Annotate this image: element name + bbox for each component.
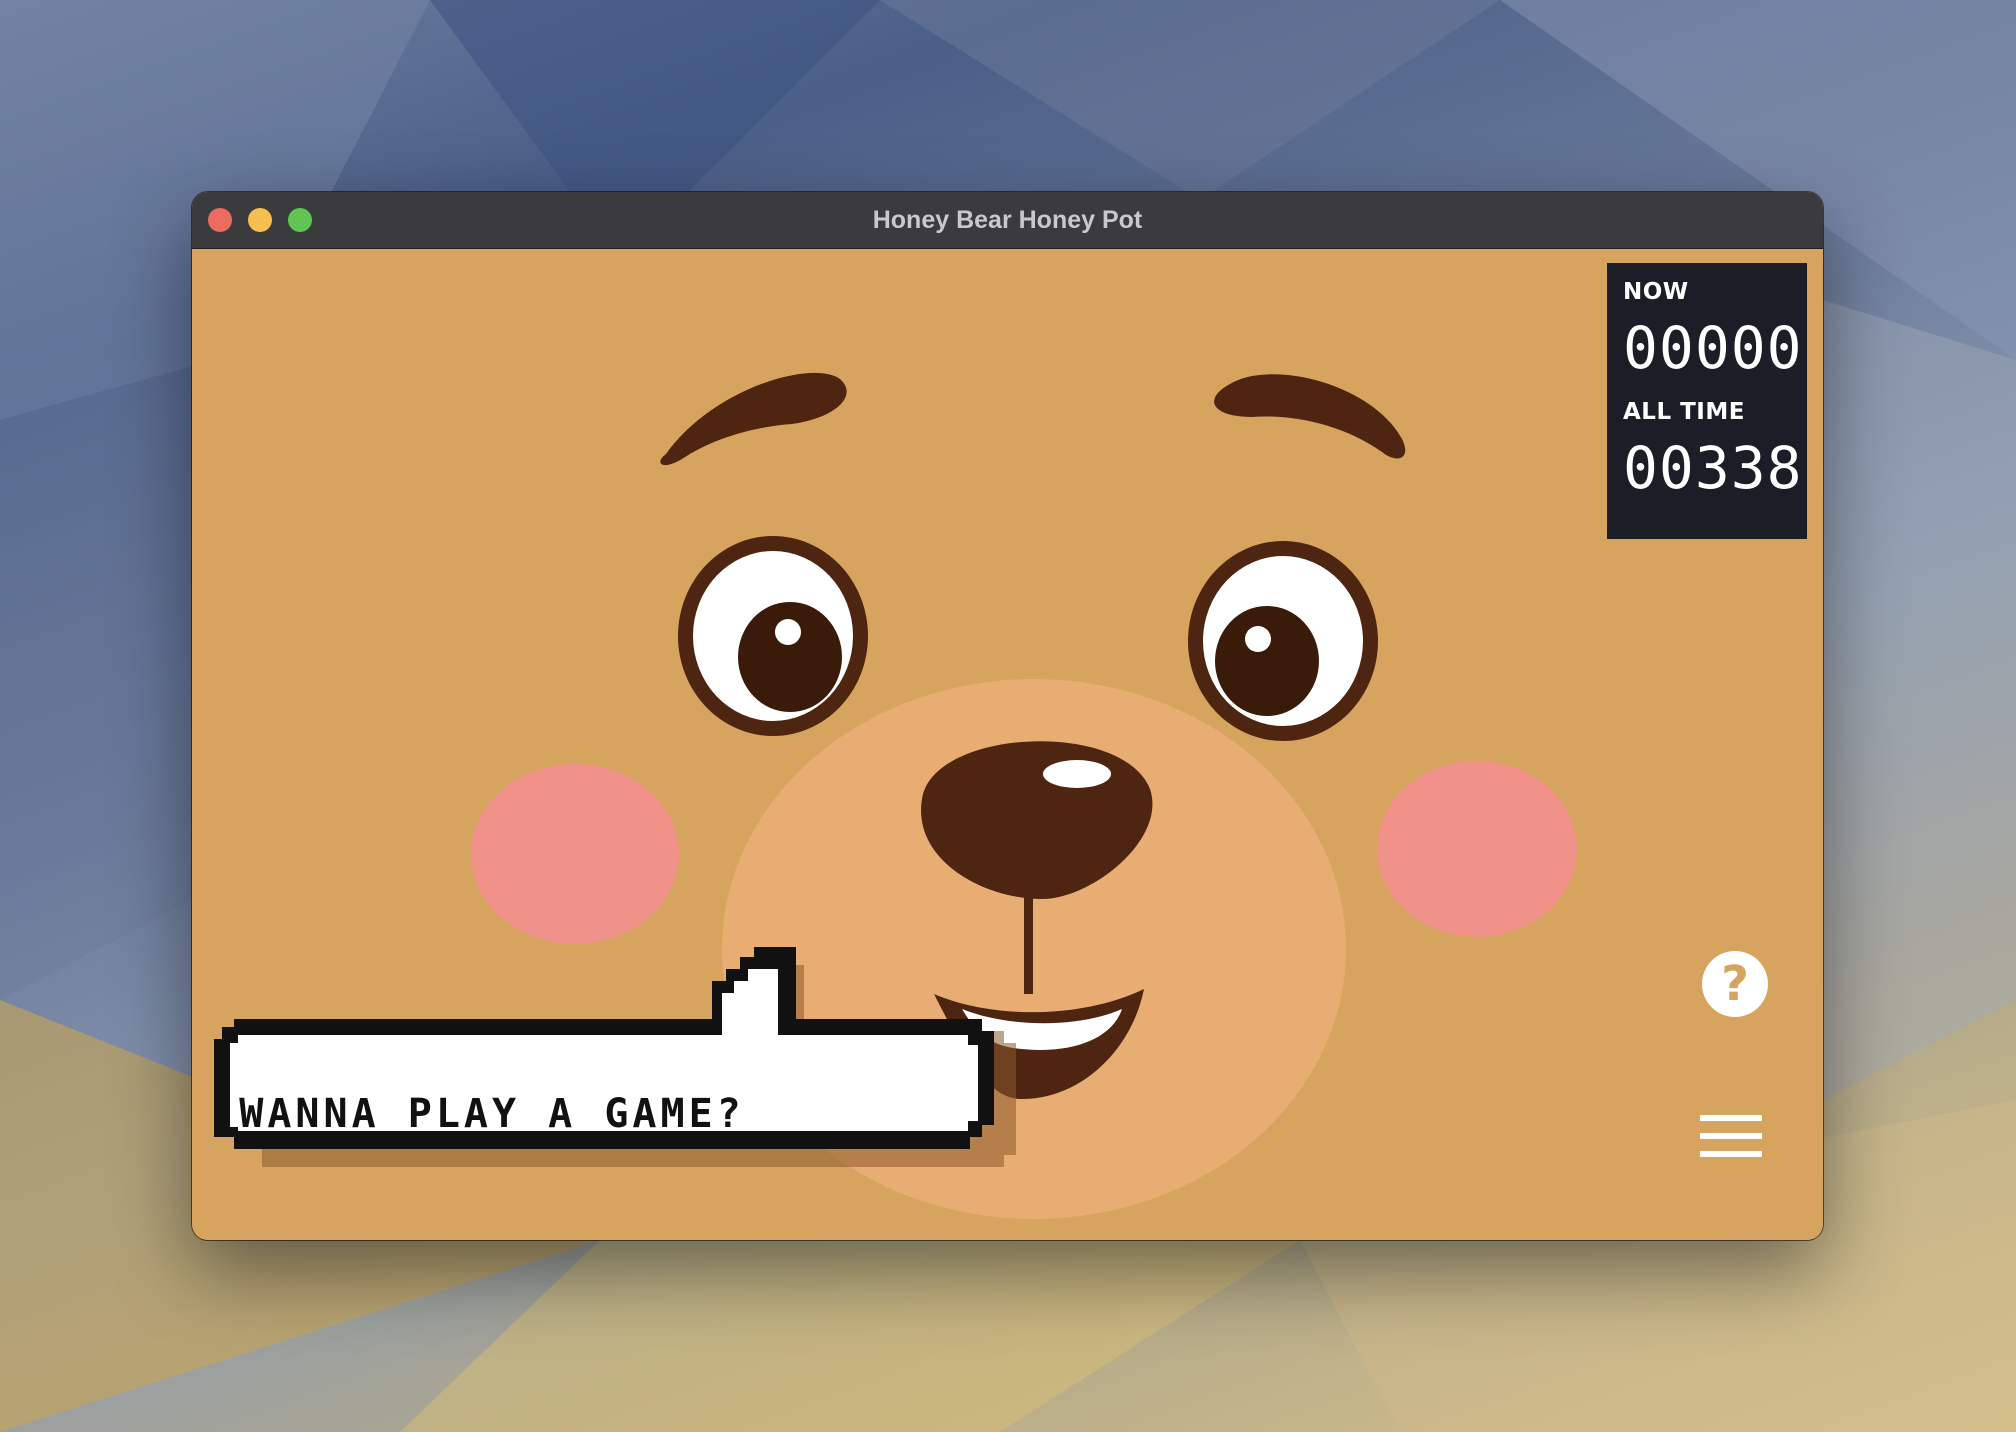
left-eye (678, 536, 868, 736)
menu-button[interactable] (1700, 1115, 1762, 1159)
left-eyebrow (660, 372, 847, 466)
app-window: Honey Bear Honey Pot WANNA PLAY A GAME? … (192, 192, 1823, 1240)
right-cheek (1377, 761, 1577, 937)
title-bar: Honey Bear Honey Pot (192, 192, 1823, 249)
now-score-value: 00000 (1623, 314, 1803, 382)
question-icon: ? (1721, 956, 1749, 1012)
minimize-window-button[interactable] (248, 208, 272, 232)
now-score-label: NOW (1623, 279, 1689, 305)
speech-bubble-text: WANNA PLAY A GAME? (239, 1091, 745, 1137)
scoreboard-panel: NOW 00000 ALL TIME 00338 (1607, 263, 1807, 539)
game-canvas[interactable]: WANNA PLAY A GAME? NOW 00000 ALL TIME 00… (192, 249, 1823, 1240)
right-eyebrow (1214, 374, 1406, 459)
maximize-window-button[interactable] (288, 208, 312, 232)
help-button[interactable]: ? (1702, 951, 1768, 1017)
window-title: Honey Bear Honey Pot (872, 205, 1143, 234)
window-controls (208, 208, 312, 232)
right-eye (1188, 541, 1378, 741)
alltime-score-label: ALL TIME (1623, 399, 1745, 425)
left-cheek (471, 764, 679, 944)
close-window-button[interactable] (208, 208, 232, 232)
alltime-score-value: 00338 (1623, 434, 1803, 502)
